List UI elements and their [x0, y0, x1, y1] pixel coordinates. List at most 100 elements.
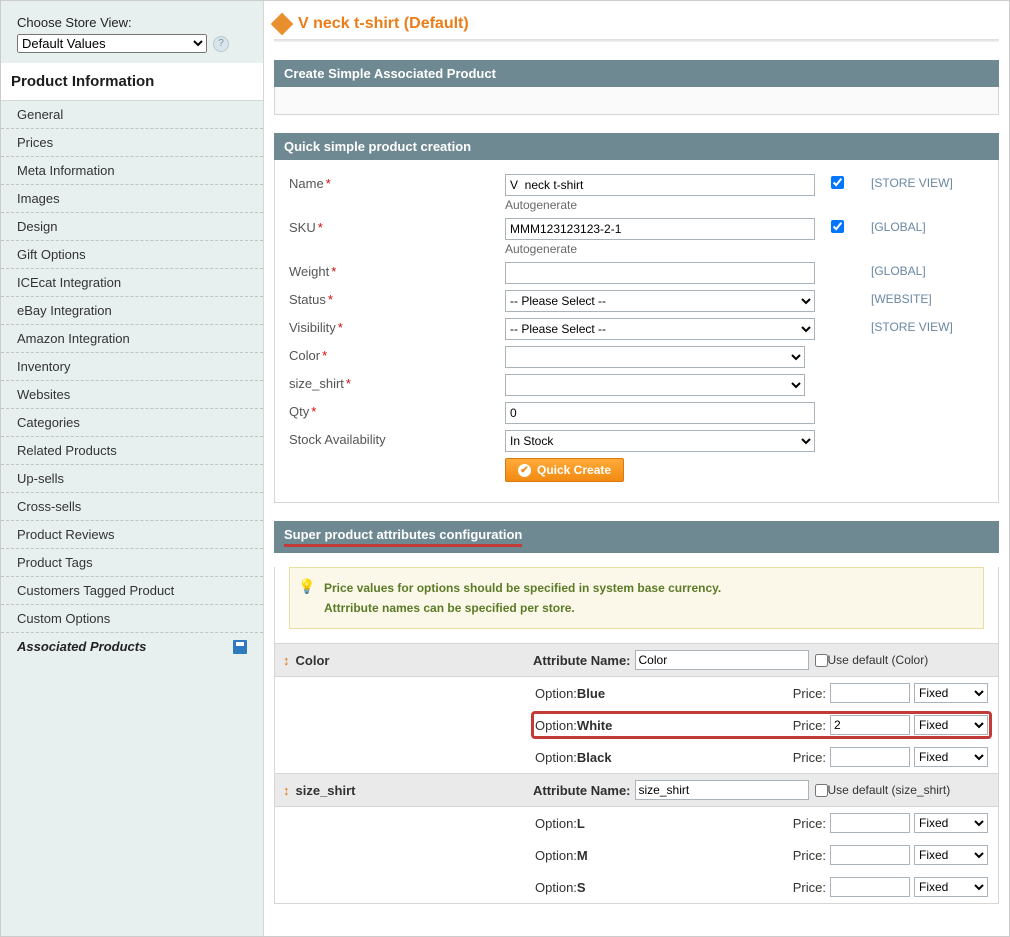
store-view-label: Choose Store View:: [17, 15, 247, 30]
panel-create-simple-body: [274, 87, 999, 115]
sidebar-item-ebay[interactable]: eBay Integration: [1, 296, 263, 324]
sidebar-item-upsells[interactable]: Up-sells: [1, 464, 263, 492]
sidebar-item-icecat[interactable]: ICEcat Integration: [1, 268, 263, 296]
sidebar-item-associated[interactable]: Associated Products: [1, 632, 263, 660]
sku-label: SKU: [289, 220, 316, 235]
quick-create-button[interactable]: ✔ Quick Create: [505, 458, 624, 482]
qty-input[interactable]: [505, 402, 815, 424]
sku-input[interactable]: [505, 218, 815, 240]
price-input[interactable]: [830, 813, 910, 833]
store-view-select[interactable]: Default Values: [17, 34, 207, 53]
use-default-checkbox[interactable]: [815, 654, 828, 667]
sidebar-item-categories[interactable]: Categories: [1, 408, 263, 436]
check-icon: ✔: [518, 464, 531, 477]
use-default-label: Use default (Color): [828, 653, 929, 667]
cube-icon: [271, 13, 294, 36]
price-input[interactable]: [830, 845, 910, 865]
sidebar-item-prices[interactable]: Prices: [1, 128, 263, 156]
status-select[interactable]: -- Please Select --: [505, 290, 815, 312]
option-value: White: [577, 718, 793, 733]
sidebar-item-gift[interactable]: Gift Options: [1, 240, 263, 268]
option-label: Option:: [535, 750, 577, 765]
attr-name-label: Attribute Name:: [533, 783, 631, 798]
name-autogen-checkbox[interactable]: [831, 176, 844, 189]
option-label: Option:: [535, 848, 577, 863]
drag-icon[interactable]: ↕: [283, 783, 290, 798]
quick-create-button-label: Quick Create: [537, 463, 611, 477]
sidebar-item-websites[interactable]: Websites: [1, 380, 263, 408]
sidebar: Choose Store View: Default Values ? Prod…: [1, 1, 264, 936]
name-scope: [STORE VIEW]: [853, 174, 983, 190]
panel-super-attrs-header: Super product attributes configuration: [274, 521, 999, 553]
price-type-select[interactable]: Fixed: [914, 715, 988, 735]
price-input[interactable]: [830, 877, 910, 897]
sidebar-item-reviews[interactable]: Product Reviews: [1, 520, 263, 548]
option-value: L: [577, 816, 793, 831]
price-input[interactable]: [830, 683, 910, 703]
price-input[interactable]: [830, 715, 910, 735]
visibility-select[interactable]: -- Please Select --: [505, 318, 815, 340]
option-label: Option:: [535, 718, 577, 733]
option-value: M: [577, 848, 793, 863]
price-label: Price:: [793, 718, 826, 733]
color-select[interactable]: [505, 346, 805, 368]
size-shirt-label: size_shirt: [289, 376, 344, 391]
stock-label: Stock Availability: [289, 432, 386, 447]
option-label: Option:: [535, 816, 577, 831]
sidebar-item-related[interactable]: Related Products: [1, 436, 263, 464]
price-label: Price:: [793, 750, 826, 765]
price-type-select[interactable]: Fixed: [914, 747, 988, 767]
name-input[interactable]: [505, 174, 815, 196]
name-subtext: Autogenerate: [505, 198, 825, 212]
price-label: Price:: [793, 816, 826, 831]
attr-name-label: Attribute Name:: [533, 653, 631, 668]
option-value: Blue: [577, 686, 793, 701]
save-icon: [233, 640, 247, 654]
color-label: Color: [289, 348, 320, 363]
visibility-scope: [STORE VIEW]: [853, 318, 983, 334]
help-icon[interactable]: ?: [213, 36, 229, 52]
option-value: S: [577, 880, 793, 895]
sidebar-item-inventory[interactable]: Inventory: [1, 352, 263, 380]
option-value: Black: [577, 750, 793, 765]
price-label: Price:: [793, 848, 826, 863]
price-type-select[interactable]: Fixed: [914, 813, 988, 833]
use-default-checkbox[interactable]: [815, 784, 828, 797]
sidebar-item-tags[interactable]: Product Tags: [1, 548, 263, 576]
sidebar-section-title: Product Information: [1, 63, 263, 101]
sku-scope: [GLOBAL]: [853, 218, 983, 234]
stock-select[interactable]: In Stock: [505, 430, 815, 452]
sidebar-item-design[interactable]: Design: [1, 212, 263, 240]
price-type-select[interactable]: Fixed: [914, 845, 988, 865]
lightbulb-icon: 💡: [298, 576, 315, 596]
sidebar-item-images[interactable]: Images: [1, 184, 263, 212]
size-shirt-select[interactable]: [505, 374, 805, 396]
panel-create-simple-header: Create Simple Associated Product: [274, 60, 999, 87]
attr-group-title: size_shirt: [296, 783, 356, 798]
option-label: Option:: [535, 880, 577, 895]
use-default-label: Use default (size_shirt): [828, 783, 951, 797]
name-label: Name: [289, 176, 324, 191]
note-box: 💡 Price values for options should be spe…: [289, 567, 984, 629]
price-type-select[interactable]: Fixed: [914, 683, 988, 703]
sidebar-item-meta[interactable]: Meta Information: [1, 156, 263, 184]
price-label: Price:: [793, 880, 826, 895]
price-label: Price:: [793, 686, 826, 701]
price-input[interactable]: [830, 747, 910, 767]
weight-label: Weight: [289, 264, 329, 279]
sidebar-item-customers-tagged[interactable]: Customers Tagged Product: [1, 576, 263, 604]
sidebar-item-crosssells[interactable]: Cross-sells: [1, 492, 263, 520]
sidebar-item-amazon[interactable]: Amazon Integration: [1, 324, 263, 352]
sidebar-tabs: General Prices Meta Information Images D…: [1, 101, 263, 660]
sidebar-item-general[interactable]: General: [1, 101, 263, 128]
sidebar-item-custom-options[interactable]: Custom Options: [1, 604, 263, 632]
attr-name-input[interactable]: [635, 650, 809, 670]
weight-input[interactable]: [505, 262, 815, 284]
sku-autogen-checkbox[interactable]: [831, 220, 844, 233]
sidebar-item-label: Associated Products: [17, 639, 146, 654]
price-type-select[interactable]: Fixed: [914, 877, 988, 897]
main-content: V neck t-shirt (Default) Create Simple A…: [264, 1, 1009, 936]
attr-name-input[interactable]: [635, 780, 809, 800]
drag-icon[interactable]: ↕: [283, 653, 290, 668]
visibility-label: Visibility: [289, 320, 336, 335]
